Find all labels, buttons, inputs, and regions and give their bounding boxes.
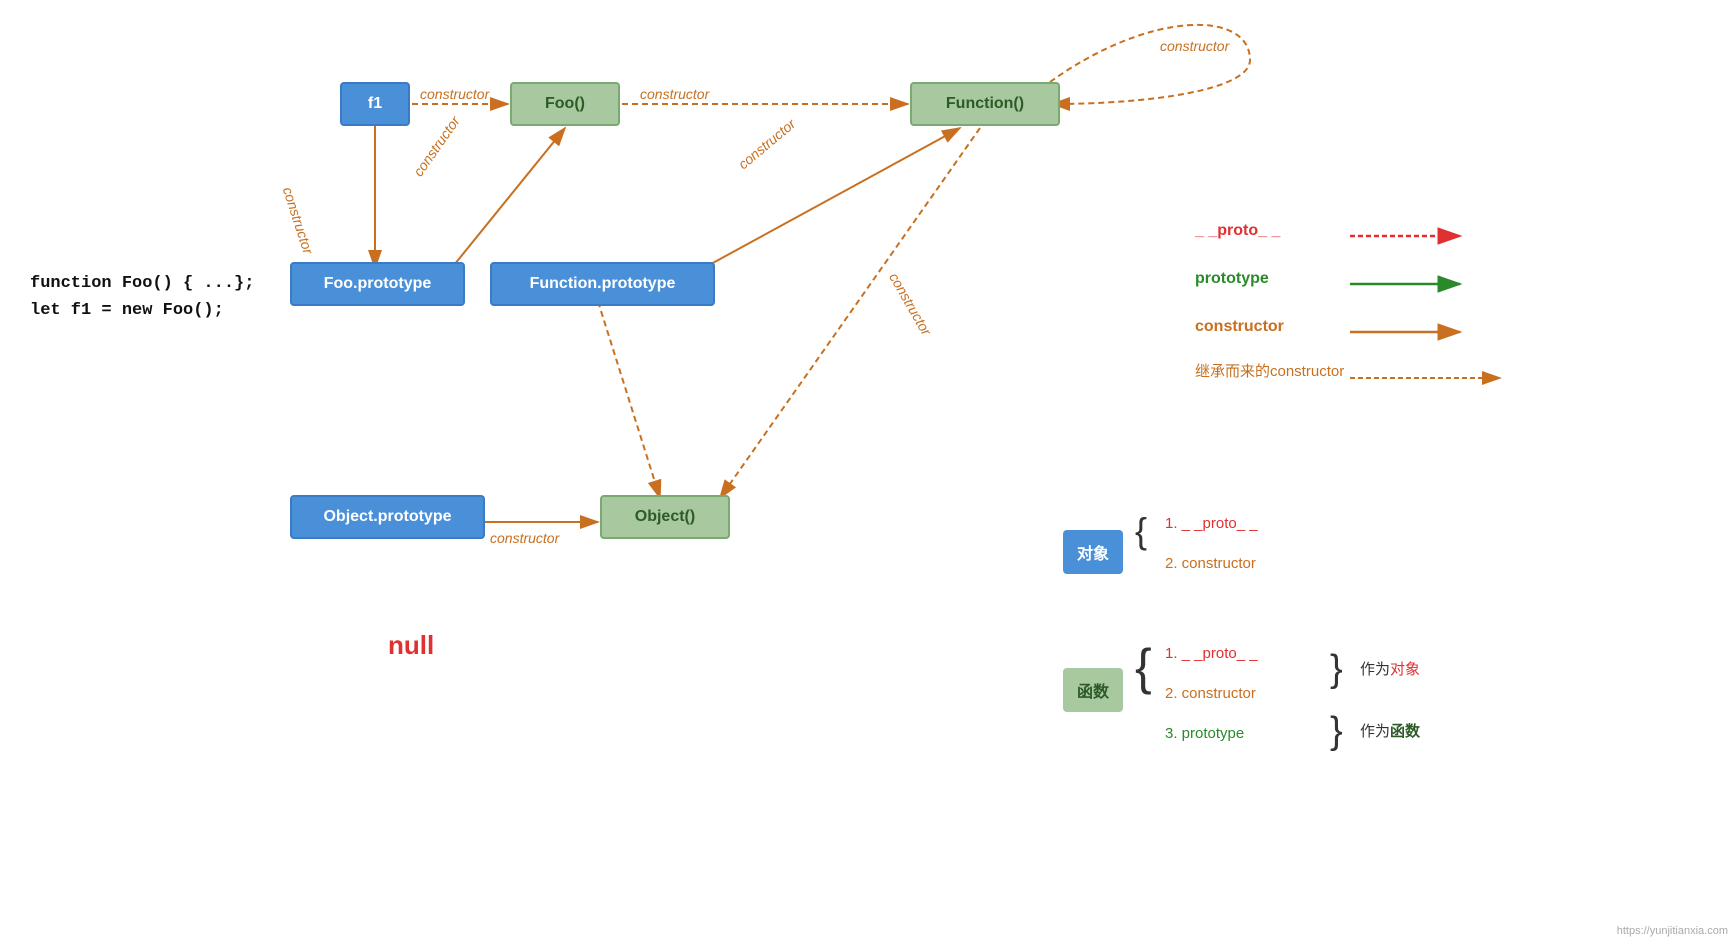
label-funcproto-function-constructor: constructor bbox=[735, 115, 798, 172]
label-foo-function-constructor: constructor bbox=[640, 86, 709, 102]
legend-prototype-label: prototype bbox=[1195, 270, 1269, 288]
label-objproto-obj-constructor: constructor bbox=[490, 530, 559, 546]
code-line2: let f1 = new Foo(); bbox=[30, 297, 254, 324]
legend-inherited-label: 继承而来的constructor bbox=[1195, 360, 1344, 381]
box-function-fn: Function() bbox=[910, 82, 1060, 126]
function-item-3: 3. prototype bbox=[1165, 725, 1244, 742]
label-f1-fooproto-constructor: constructor bbox=[280, 185, 317, 256]
watermark: https://yunjitianxia.com bbox=[1617, 925, 1728, 937]
box-foo-prototype: Foo.prototype bbox=[290, 262, 465, 306]
object-brace: { bbox=[1135, 510, 1147, 552]
box-foo-fn: Foo() bbox=[510, 82, 620, 126]
label-fooproto-foo-constructor: constructor bbox=[410, 113, 463, 179]
function-item-2: 2. constructor bbox=[1165, 685, 1256, 702]
object-item-2: 2. constructor bbox=[1165, 555, 1256, 572]
null-label: null bbox=[388, 630, 434, 661]
code-line1: function Foo() { ...}; bbox=[30, 270, 254, 297]
legend-object-box: 对象 bbox=[1063, 530, 1123, 574]
as-object-label-red: 对象 bbox=[1390, 661, 1420, 678]
label-function-object-constructor: constructor bbox=[886, 270, 934, 338]
as-object-label: 作为对象 bbox=[1360, 658, 1420, 679]
function-item-1: 1. _ _proto_ _ bbox=[1165, 645, 1258, 662]
box-object-prototype: Object.prototype bbox=[290, 495, 485, 539]
function-brace-right-fn: } bbox=[1330, 710, 1343, 753]
label-f1-foo-constructor: constructor bbox=[420, 86, 489, 102]
function-brace-right-object: } bbox=[1330, 648, 1343, 691]
arrows-svg bbox=[0, 0, 1736, 945]
box-object-fn: Object() bbox=[600, 495, 730, 539]
object-item-1: 1. _ _proto_ _ bbox=[1165, 515, 1258, 532]
legend-proto-label: _ _proto_ _ bbox=[1195, 222, 1280, 240]
box-function-prototype: Function.prototype bbox=[490, 262, 715, 306]
diagram-container: function Foo() { ...}; let f1 = new Foo(… bbox=[0, 0, 1736, 945]
legend-function-box: 函数 bbox=[1063, 668, 1123, 712]
legend-constructor-label: constructor bbox=[1195, 318, 1284, 336]
as-function-label: 作为函数 bbox=[1360, 720, 1420, 741]
as-function-label-green: 函数 bbox=[1390, 723, 1420, 740]
code-block: function Foo() { ...}; let f1 = new Foo(… bbox=[30, 270, 254, 324]
box-f1: f1 bbox=[340, 82, 410, 126]
label-function-self-constructor: constructor bbox=[1160, 38, 1229, 54]
function-brace-left: { bbox=[1135, 638, 1152, 696]
